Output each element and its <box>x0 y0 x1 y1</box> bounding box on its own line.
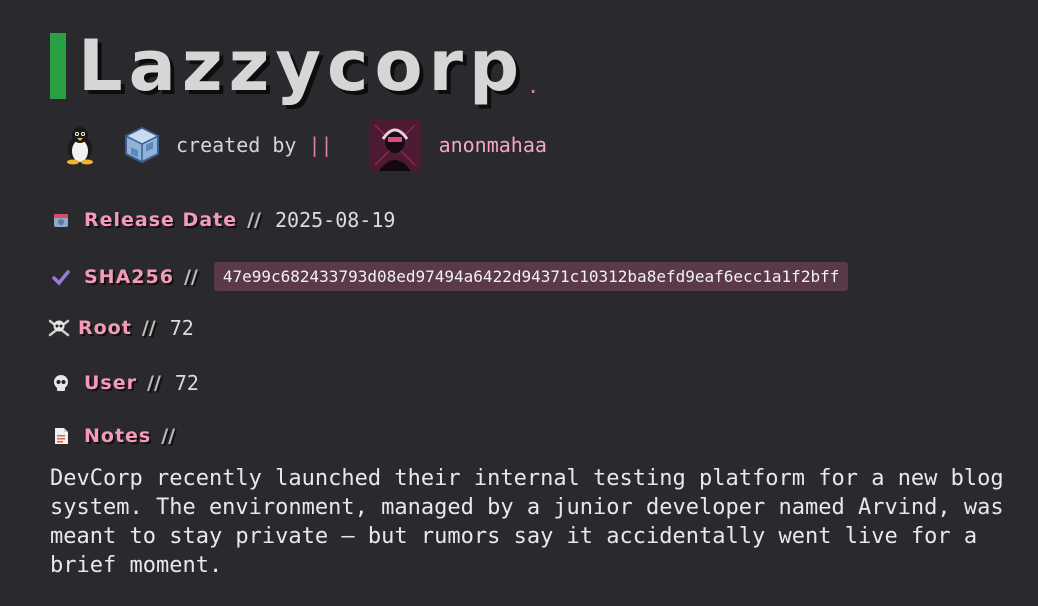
notes-label: Notes <box>84 425 152 447</box>
created-by-label: created by <box>176 133 297 157</box>
created-by-separator: || <box>308 133 333 157</box>
root-label: Root <box>78 317 132 339</box>
user-separator: // <box>147 372 161 394</box>
release-date-value: 2025-08-19 <box>275 208 396 232</box>
user-value: 72 <box>174 371 199 395</box>
skull-crossbones-icon <box>48 317 70 339</box>
created-by-text: created by || <box>176 133 333 157</box>
skull-icon <box>50 372 72 394</box>
root-field: Root // 72 <box>48 316 194 340</box>
page-title: Lazzycorp <box>78 25 526 107</box>
avatar[interactable] <box>368 119 421 171</box>
title-dot: . <box>527 74 540 98</box>
sha256-hash-value[interactable]: 47e99c682433793d08ed97494a6422d94371c103… <box>213 262 849 291</box>
sha256-field: SHA256 // 47e99c682433793d08ed97494a6422… <box>50 262 849 291</box>
meta-row: created by || anonmahaa <box>60 118 547 172</box>
user-field: User // 72 <box>50 371 199 395</box>
root-value: 72 <box>169 316 194 340</box>
title-row: Lazzycorp . <box>50 30 539 102</box>
notes-separator: // <box>161 425 176 447</box>
author-link[interactable]: anonmahaa <box>439 133 547 157</box>
release-date-separator: // <box>247 209 261 231</box>
root-separator: // <box>141 317 156 339</box>
virtualbox-icon <box>122 125 162 165</box>
calendar-icon <box>50 209 72 231</box>
title-accent-bar <box>50 33 66 99</box>
checkmark-icon <box>50 266 72 288</box>
linux-penguin-icon <box>60 125 100 165</box>
user-label: User <box>84 372 137 394</box>
document-icon <box>50 425 72 447</box>
sha256-separator: // <box>183 265 198 288</box>
release-date-field: Release Date // 2025-08-19 <box>50 208 395 232</box>
notes-field: Notes // <box>50 425 175 447</box>
sha256-label: SHA256 <box>84 265 174 288</box>
notes-description: DevCorp recently launched their internal… <box>50 466 1004 578</box>
release-date-label: Release Date <box>84 209 238 231</box>
